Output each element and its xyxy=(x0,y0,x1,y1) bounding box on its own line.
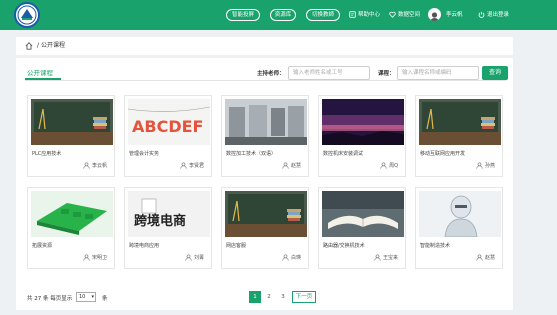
home-icon[interactable] xyxy=(25,42,33,50)
course-thumbnail xyxy=(225,191,307,237)
help-icon xyxy=(349,11,356,18)
course-teacher: 孙燕 xyxy=(476,162,495,169)
course-card[interactable]: 拓展资源 宋明卫 xyxy=(27,187,115,269)
data-space-label: 数据空间 xyxy=(398,12,421,18)
course-input[interactable] xyxy=(397,66,479,80)
breadcrumb-current: / 公开课程 xyxy=(37,37,65,55)
resource-library-button[interactable]: 资源库 xyxy=(270,9,296,21)
top-navigation-bar: 智能投屏 资源库 切换教師 帮助中心 数据空间 李云帆 退出登录 xyxy=(0,0,557,30)
course-card[interactable]: 智能制造技术 赵慧 xyxy=(415,187,503,269)
letters-decoration: ABCDEF xyxy=(132,117,203,136)
course-teacher: 李贤君 xyxy=(180,162,204,169)
course-teacher: 王宝来 xyxy=(374,254,398,261)
course-thumbnail xyxy=(225,99,307,145)
user-icon xyxy=(476,162,483,169)
breadcrumb: / 公开课程 xyxy=(16,37,513,55)
course-title: PLC应用技术 xyxy=(32,151,62,157)
course-card[interactable]: 数控加工技术（双语） 赵慧 xyxy=(221,95,309,177)
course-teacher: 白瑛 xyxy=(282,254,301,261)
breadcrumb-label: 公开课程 xyxy=(40,42,65,49)
course-thumbnail: 跨境电商 xyxy=(128,191,210,237)
page-button-1[interactable]: 1 xyxy=(249,291,261,303)
smart-cast-button[interactable]: 智能投屏 xyxy=(226,9,260,21)
user-icon xyxy=(374,254,381,261)
course-title: 拓展资源 xyxy=(32,243,53,249)
course-title: 管理会计实务 xyxy=(129,151,160,157)
course-title: 数控机床安装调试 xyxy=(323,151,364,157)
next-page-button[interactable]: 下一页 xyxy=(292,291,316,303)
heart-icon xyxy=(389,11,396,18)
chevron-down-icon: ▾ xyxy=(91,294,94,300)
course-thumbnail: ABCDEF xyxy=(128,99,210,145)
teacher-name: 李贤君 xyxy=(188,163,204,169)
page-size-value: 10 xyxy=(79,294,86,300)
teacher-name: 宋明卫 xyxy=(91,255,107,261)
user-icon xyxy=(83,162,90,169)
page-size-select[interactable]: 10 ▾ xyxy=(76,292,96,302)
school-logo[interactable] xyxy=(14,2,40,28)
page-size-suffix: 条 xyxy=(102,296,108,302)
course-card[interactable]: ABCDEF 管理会计实务 李贤君 xyxy=(124,95,212,177)
teacher-name: 赵慧 xyxy=(290,163,301,169)
host-teacher-label: 主持老师： xyxy=(257,71,285,77)
page-button-3[interactable]: 3 xyxy=(277,291,289,303)
course-teacher: 刘菁 xyxy=(185,254,204,261)
course-title: 路由器/交换机技术 xyxy=(323,243,365,249)
logout-label: 退出登录 xyxy=(487,12,510,18)
course-thumbnail xyxy=(31,99,113,145)
user-avatar[interactable] xyxy=(428,8,441,21)
user-icon xyxy=(282,162,289,169)
panel-divider xyxy=(25,80,506,81)
total-count-text: 共 27 条 每页显示 xyxy=(27,296,73,302)
course-thumbnail xyxy=(322,191,404,237)
course-card[interactable]: 网店客服 白瑛 xyxy=(221,187,309,269)
host-teacher-input[interactable] xyxy=(288,66,370,80)
course-teacher: 宋明卫 xyxy=(83,254,107,261)
help-center-label: 帮助中心 xyxy=(358,12,381,18)
panel-title: 公开课程 xyxy=(27,69,53,77)
teacher-name: 赵慧 xyxy=(484,255,495,261)
course-thumbnail xyxy=(419,99,501,145)
teacher-name: 李云帆 xyxy=(91,163,107,169)
power-icon xyxy=(478,11,485,18)
teacher-name: 白瑛 xyxy=(290,255,301,261)
data-space-link[interactable]: 数据空间 xyxy=(389,9,420,21)
ecommerce-decoration: 跨境电商 xyxy=(134,213,186,229)
breadcrumb-separator: / xyxy=(37,42,40,49)
course-thumbnail xyxy=(31,191,113,237)
course-card[interactable]: PLC应用技术 李云帆 xyxy=(27,95,115,177)
course-title: 移动互联网应用开发 xyxy=(420,151,466,157)
user-icon xyxy=(282,254,289,261)
user-icon xyxy=(380,162,387,169)
user-icon xyxy=(83,254,90,261)
course-title: 网店客服 xyxy=(226,243,247,249)
teacher-name: 刘菁 xyxy=(193,255,204,261)
teacher-name: 周Q xyxy=(389,163,398,169)
course-thumbnail xyxy=(322,99,404,145)
course-card[interactable]: 移动互联网应用开发 孙燕 xyxy=(415,95,503,177)
course-thumbnail xyxy=(419,191,501,237)
course-title: 智能制造技术 xyxy=(420,243,451,249)
course-teacher: 周Q xyxy=(380,162,398,169)
teacher-name: 孙燕 xyxy=(484,163,495,169)
course-card[interactable]: 跨境电商 跨境电商应用 刘菁 xyxy=(124,187,212,269)
query-button[interactable]: 查询 xyxy=(482,66,508,80)
course-card[interactable]: 数控机床安装调试 周Q xyxy=(318,95,406,177)
help-center-link[interactable]: 帮助中心 xyxy=(349,9,380,21)
user-icon xyxy=(185,254,192,261)
course-label: 课程： xyxy=(378,71,395,77)
teacher-name: 王宝来 xyxy=(382,255,398,261)
page-button-2[interactable]: 2 xyxy=(263,291,275,303)
user-icon xyxy=(180,162,187,169)
logout-link[interactable]: 退出登录 xyxy=(478,9,509,21)
user-name[interactable]: 李云帆 xyxy=(446,9,463,21)
course-teacher: 赵慧 xyxy=(282,162,301,169)
course-card[interactable]: 路由器/交换机技术 王宝来 xyxy=(318,187,406,269)
switch-teacher-button[interactable]: 切换教師 xyxy=(306,9,340,21)
course-teacher: 赵慧 xyxy=(476,254,495,261)
course-teacher: 李云帆 xyxy=(83,162,107,169)
course-title: 数控加工技术（双语） xyxy=(226,151,277,157)
user-icon xyxy=(476,254,483,261)
course-title: 跨境电商应用 xyxy=(129,243,160,249)
